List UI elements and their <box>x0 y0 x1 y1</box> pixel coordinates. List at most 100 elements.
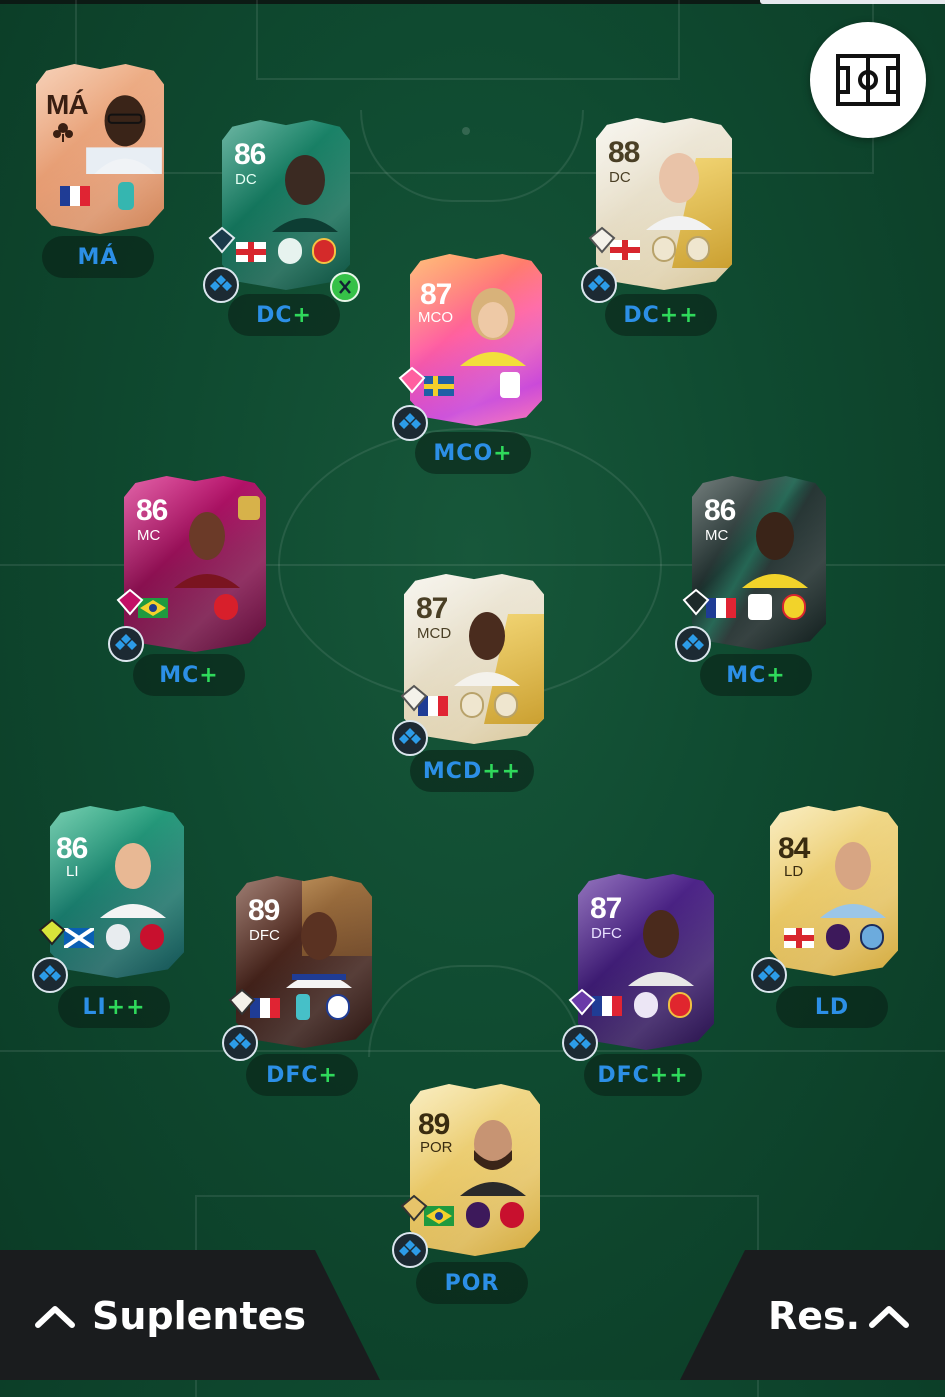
league-icon <box>118 182 134 210</box>
player-portrait <box>742 512 808 588</box>
playstyle-gem-icon <box>398 366 426 394</box>
pos-mco: MCO <box>418 309 453 326</box>
player-card-mc1[interactable]: 86 MC <box>124 476 266 652</box>
manager-card-label: MÁ <box>46 89 89 120</box>
chemistry-icon[interactable] <box>675 626 711 662</box>
flag-brazil <box>424 1206 454 1226</box>
manager-portrait <box>86 95 162 174</box>
bottom-penalty-arc <box>368 965 582 1057</box>
league-icon <box>106 924 130 950</box>
club-badge-icon <box>312 238 336 264</box>
chemistry-icon[interactable] <box>222 1025 258 1061</box>
formation-button[interactable] <box>810 22 926 138</box>
pos-dfc1: DFC <box>249 927 280 944</box>
flag-france <box>706 598 736 618</box>
premier-league-icon <box>826 924 850 950</box>
rating-por: 89 <box>418 1108 450 1141</box>
player-portrait <box>628 910 694 986</box>
chevron-up-icon <box>869 1306 909 1328</box>
arsenal-badge-icon <box>668 992 692 1018</box>
player-portrait <box>460 1120 526 1196</box>
efl-league-icon <box>748 594 772 620</box>
rating-mc1: 86 <box>136 494 168 527</box>
chevron-up-icon <box>35 1306 75 1328</box>
playstyle-gem-icon <box>38 918 66 946</box>
player-card-dfc2[interactable]: 87 DFC <box>578 874 714 1050</box>
chemistry-icon[interactable] <box>32 957 68 993</box>
position-label-mcd: MCD ++ <box>410 750 534 792</box>
position-label-ld: LD <box>776 986 888 1028</box>
reserves-button-label[interactable]: Res. <box>768 1294 860 1338</box>
pitch-formation-icon <box>836 54 900 106</box>
player-card-dc2[interactable]: 88 DC <box>596 118 732 290</box>
player-portrait <box>454 612 520 686</box>
playstyle-gem-icon <box>400 684 428 712</box>
trophy-badge-icon <box>238 496 260 520</box>
rating-dc2: 88 <box>608 136 640 169</box>
player-portrait <box>820 842 886 918</box>
position-label-por: POR <box>416 1262 528 1304</box>
pos-mc2: MC <box>705 527 729 544</box>
rating-mco: 87 <box>420 278 452 311</box>
player-card-ld[interactable]: 84 LD <box>770 806 898 976</box>
pos-dc1: DC <box>235 171 257 188</box>
pos-por: POR <box>420 1139 453 1156</box>
bundesliga-icon <box>214 594 238 620</box>
player-card-dfc1[interactable]: 89 DFC <box>236 876 372 1048</box>
position-label-dfc2: DFC ++ <box>584 1054 702 1096</box>
position-label-dc1: DC + <box>228 294 340 336</box>
pos-mc1: MC <box>137 527 161 544</box>
pos-li: LI <box>66 863 79 880</box>
player-card-mcd[interactable]: 87 MCD <box>404 574 544 744</box>
playstyle-gem-icon <box>400 1194 428 1222</box>
player-card-dc1[interactable]: 86 DC <box>222 120 350 290</box>
flag-england <box>236 242 266 262</box>
chemistry-icon[interactable] <box>203 267 239 303</box>
playstyle-gem-icon <box>228 988 256 1016</box>
playstyle-gem-icon <box>588 226 616 254</box>
icon-badge-icon <box>686 236 710 262</box>
player-card-li[interactable]: 86 LI <box>50 806 184 978</box>
rating-dc1: 86 <box>234 138 266 171</box>
rating-ld: 84 <box>778 832 810 865</box>
ol-badge-icon <box>326 994 350 1020</box>
watford-badge-icon <box>782 594 806 620</box>
evolution-badge-icon <box>330 272 360 302</box>
flag-france <box>60 186 90 206</box>
chemistry-icon[interactable] <box>581 267 617 303</box>
player-portrait <box>174 512 240 588</box>
top-goal-area <box>256 0 680 80</box>
top-penalty-arc <box>360 110 584 202</box>
player-portrait <box>646 153 712 230</box>
league-icon <box>634 992 658 1018</box>
player-portrait <box>272 155 338 232</box>
subs-button-label[interactable]: Suplentes <box>92 1294 306 1338</box>
player-card-por[interactable]: 89 POR <box>410 1084 540 1256</box>
player-portrait <box>286 912 352 988</box>
league-icon <box>278 238 302 264</box>
player-card-mco[interactable]: 87 MCO <box>410 254 542 426</box>
chemistry-icon[interactable] <box>108 626 144 662</box>
icon-badge-icon <box>652 236 676 262</box>
position-label-mc2: MC + <box>700 654 812 696</box>
manager-card[interactable]: MÁ <box>36 64 164 234</box>
rating-dfc2: 87 <box>590 892 622 925</box>
flag-england <box>784 928 814 948</box>
rating-mc2: 86 <box>704 494 736 527</box>
rating-mcd: 87 <box>416 592 448 625</box>
flag-scotland <box>64 928 94 948</box>
top-penalty-spot <box>462 127 470 135</box>
chemistry-icon[interactable] <box>392 1232 428 1268</box>
player-portrait <box>100 843 166 918</box>
liverpool-badge-icon <box>140 924 164 950</box>
icon-badge-icon <box>460 692 484 718</box>
position-label-dc2: DC ++ <box>605 294 717 336</box>
position-label-manager: MÁ <box>42 236 154 278</box>
chemistry-icon[interactable] <box>751 957 787 993</box>
chemistry-icon[interactable] <box>562 1025 598 1061</box>
premier-league-icon <box>466 1202 490 1228</box>
player-card-mc2[interactable]: 86 MC <box>692 476 826 650</box>
rating-dfc1: 89 <box>248 894 280 927</box>
pos-mcd: MCD <box>417 625 452 642</box>
position-label-mco: MCO + <box>415 432 531 474</box>
